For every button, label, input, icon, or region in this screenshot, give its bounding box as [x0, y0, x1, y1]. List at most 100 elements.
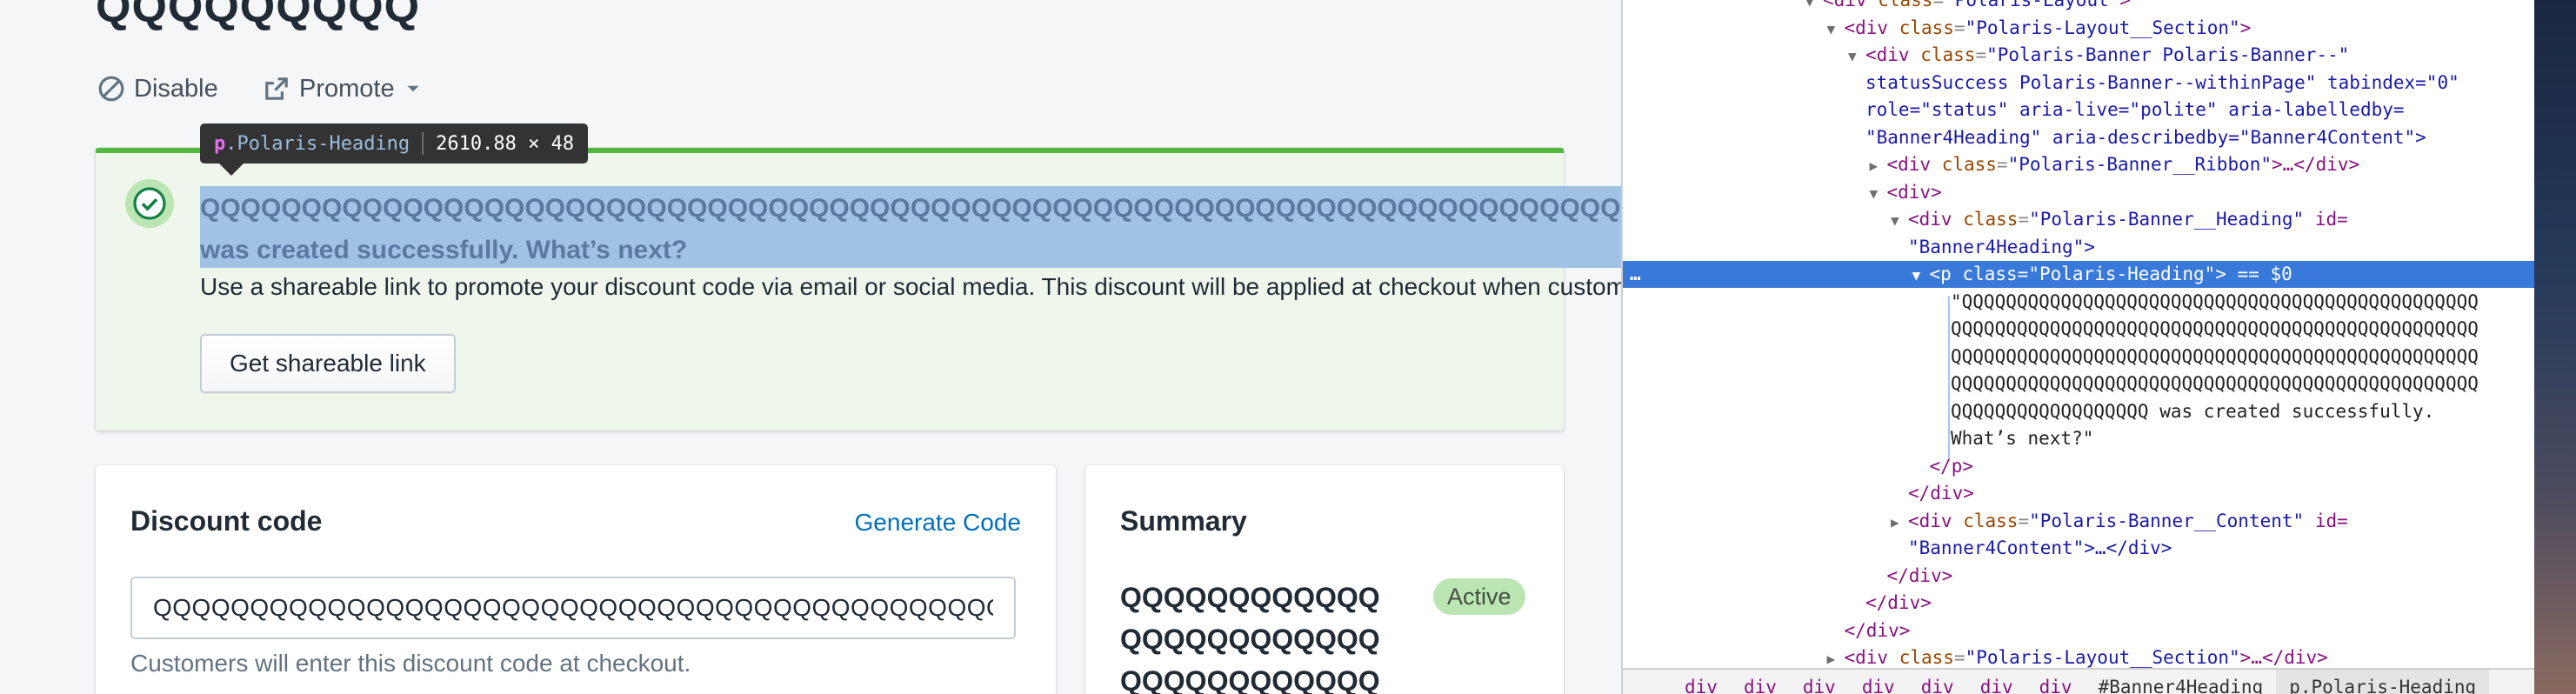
dom-line-text: statusSuccess Polaris-Banner--withinPage…: [1865, 71, 2459, 93]
discount-code-help-text: Customers will enter this discount code …: [130, 650, 691, 677]
summary-code: QQQQQQQQQQQQ QQQQQQQQQQQQ QQQQQQQQQQQQ: [1120, 582, 1380, 694]
collapse-triangle-icon[interactable]: ▶: [1891, 509, 1908, 536]
dom-line[interactable]: </p>: [1623, 453, 2534, 480]
dom-line[interactable]: QQQQQQQQQQQQQQQQQQ was created successfu…: [1623, 398, 2534, 425]
breadcrumb-item[interactable]: #Banner4Heading: [2085, 670, 2277, 694]
dom-line[interactable]: ▼ <div class="Polaris-Banner__Heading" id…: [1623, 206, 2534, 233]
disable-button[interactable]: Disable: [97, 70, 218, 108]
generate-code-link[interactable]: Generate Code: [855, 509, 1021, 537]
dom-line[interactable]: statusSuccess Polaris-Banner--withinPage…: [1623, 70, 2534, 97]
more-options-icon[interactable]: …: [1630, 261, 1641, 288]
banner-heading: QQQQQQQQQQQQQQQQQQQQQQQQQQQQQQQQQQQQQQQQ…: [200, 194, 1621, 264]
dom-line-text: QQQQQQQQQQQQQQQQQQQQQQQQQQQQQQQQQQQQQQQQ…: [1951, 318, 2479, 339]
dom-attr-value: "Polaris-Banner Polaris-Banner--": [1986, 44, 2350, 65]
dom-attr-equals: =: [1953, 647, 1965, 668]
expand-triangle-icon[interactable]: ▼: [1848, 43, 1865, 70]
dom-line-text: QQQQQQQQQQQQQQQQQQQQQQQQQQQQQQQQQQQQQQQQ…: [1951, 345, 2479, 367]
devtools-elements-panel: ▼ <div class="Polaris-Layout"> ▼ <div class…: [1621, 0, 2534, 694]
dom-line[interactable]: "Banner4Content">…</div>: [1623, 535, 2534, 562]
collapse-triangle-icon[interactable]: ▶: [1870, 152, 1887, 179]
dom-attr-equals: =: [2017, 264, 2029, 284]
dom-tag-name: <div: [1908, 510, 1952, 531]
dom-tag-name: <div: [1886, 181, 1932, 203]
dom-attr-value: "Polaris-Banner__Content": [2029, 510, 2305, 531]
dom-attr-equals: =: [1953, 17, 1965, 38]
dom-line[interactable]: "QQQQQQQQQQQQQQQQQQQQQQQQQQQQQQQQQQQQQQQ…: [1623, 289, 2534, 316]
summary-card: Summary QQQQQQQQQQQQ QQQQQQQQQQQQ QQQQQQ…: [1085, 465, 1564, 694]
page-title: QQQQQQQQQ: [96, 0, 421, 32]
dom-tag-suffix: >: [2239, 17, 2252, 38]
dom-attr-equals: =: [1996, 154, 2008, 175]
breadcrumb-item[interactable]: div: [1908, 670, 1967, 694]
promote-label: Promote: [299, 74, 395, 103]
dom-line-text: QQQQQQQQQQQQQQQQQQ was created successfu…: [1951, 400, 2435, 422]
dom-line-text: </div>: [1844, 619, 1911, 641]
dom-line[interactable]: </div>: [1623, 590, 2534, 617]
dom-line[interactable]: ▼ <div class="Polaris-Layout__Section">: [1623, 15, 2534, 42]
dom-attr-name: class: [1888, 647, 1954, 668]
dom-line-text: What’s next?": [1951, 428, 2094, 449]
discount-code-title: Discount code: [130, 505, 323, 537]
dom-attr-value: "Polaris-Layout__Section": [1965, 647, 2240, 668]
breadcrumb-item[interactable]: div: [1967, 670, 2026, 694]
dom-line[interactable]: "Banner4Heading" aria-describedby="Banne…: [1623, 124, 2534, 151]
dom-line-text: QQQQQQQQQQQQQQQQQQQQQQQQQQQQQQQQQQQQQQQQ…: [1951, 373, 2479, 394]
devtools-breadcrumbs: div div div div div div div #Banner4Heading p.Po…: [1623, 668, 2534, 694]
dom-tag-name: <div: [1908, 209, 1952, 230]
dom-line[interactable]: What’s next?": [1623, 425, 2534, 452]
admin-page: QQQQQQQQQ Disable Promote p .Polaris-Head…: [0, 0, 1621, 694]
dom-line[interactable]: ▼ <div class="Polaris-Banner Polaris-Bann…: [1623, 42, 2534, 69]
dom-tag-suffix: >…</div>: [2239, 647, 2328, 668]
dom-line[interactable]: "Banner4Heading">: [1623, 234, 2534, 261]
dom-attr-value: "Polaris-Layout": [1944, 0, 2120, 10]
dom-line[interactable]: QQQQQQQQQQQQQQQQQQQQQQQQQQQQQQQQQQQQQQQQ…: [1623, 344, 2534, 370]
promote-button[interactable]: Promote: [263, 70, 423, 108]
dom-attr-value: "Polaris-Layout__Section": [1965, 17, 2240, 38]
breadcrumb-item[interactable]: div: [1672, 670, 1731, 694]
caret-down-icon: [404, 79, 423, 98]
expand-triangle-icon[interactable]: ▼: [1827, 16, 1845, 43]
dom-attr-name: class: [1952, 209, 2019, 230]
dom-line[interactable]: </div>: [1623, 563, 2534, 590]
expand-triangle-icon[interactable]: ▼: [1805, 0, 1823, 15]
discount-code-input[interactable]: [130, 577, 1016, 639]
dom-attr-equals: =: [2018, 510, 2030, 531]
dom-tree-guide-line: [1948, 297, 1950, 458]
dom-tag-suffix: >: [1931, 181, 1942, 203]
dom-attr-name: class: [1952, 510, 2019, 531]
disable-label: Disable: [134, 74, 218, 103]
breadcrumb-item[interactable]: div: [2026, 670, 2085, 694]
breadcrumb-item[interactable]: p.Polaris-Heading: [2276, 670, 2490, 694]
dom-line[interactable]: ▶ <div class="Polaris-Banner__Ribbon">…</…: [1623, 151, 2534, 178]
dom-line-text: </div>: [1886, 564, 1953, 586]
dom-line[interactable]: </div>: [1623, 617, 2534, 644]
expand-triangle-icon[interactable]: ▼: [1912, 262, 1930, 289]
dom-line[interactable]: ▼ <div>: [1623, 179, 2534, 206]
dom-line-text: </p>: [1929, 455, 1974, 477]
breadcrumb-item[interactable]: div: [1849, 670, 1908, 694]
dom-attr-name: class: [1951, 264, 2018, 284]
dom-attr-name: class: [1931, 154, 1997, 175]
tooltip-dimensions: 2610.88 × 48: [436, 132, 575, 155]
dom-attr-name: class: [1909, 44, 1976, 65]
dom-line[interactable]: QQQQQQQQQQQQQQQQQQQQQQQQQQQQQQQQQQQQQQQQ…: [1623, 316, 2534, 343]
get-shareable-link-button[interactable]: Get shareable link: [200, 334, 456, 393]
dom-attr-name: class: [1888, 17, 1954, 38]
dom-line[interactable]: QQQQQQQQQQQQQQQQQQQQQQQQQQQQQQQQQQQQQQQQ…: [1623, 370, 2534, 397]
dom-line-text: "Banner4Heading">: [1908, 236, 2095, 257]
dom-line[interactable]: </div>: [1623, 480, 2534, 507]
dom-line-text: </div>: [1908, 483, 1974, 504]
dom-line[interactable]: ▼ <div class="Polaris-Layout">: [1623, 0, 2534, 14]
banner-content: Use a shareable link to promote your dis…: [200, 273, 1621, 300]
breadcrumb-item[interactable]: div: [1790, 670, 1849, 694]
dom-tag-name: <div: [1844, 17, 1889, 38]
expand-triangle-icon[interactable]: ▼: [1870, 180, 1887, 207]
disable-icon: [97, 75, 125, 103]
dom-tag-suffix: > == $0: [2215, 264, 2292, 284]
dom-tag-suffix: id=: [2304, 209, 2348, 230]
expand-triangle-icon[interactable]: ▼: [1891, 207, 1908, 234]
dom-line-selected[interactable]: ▼ <p class="Polaris-Heading"> == $0…: [1623, 261, 2534, 288]
dom-line[interactable]: role="status" aria-live="polite" aria-la…: [1623, 97, 2534, 123]
dom-line[interactable]: ▶ <div class="Polaris-Banner__Content" id…: [1623, 508, 2534, 535]
breadcrumb-item[interactable]: div: [1731, 670, 1790, 694]
